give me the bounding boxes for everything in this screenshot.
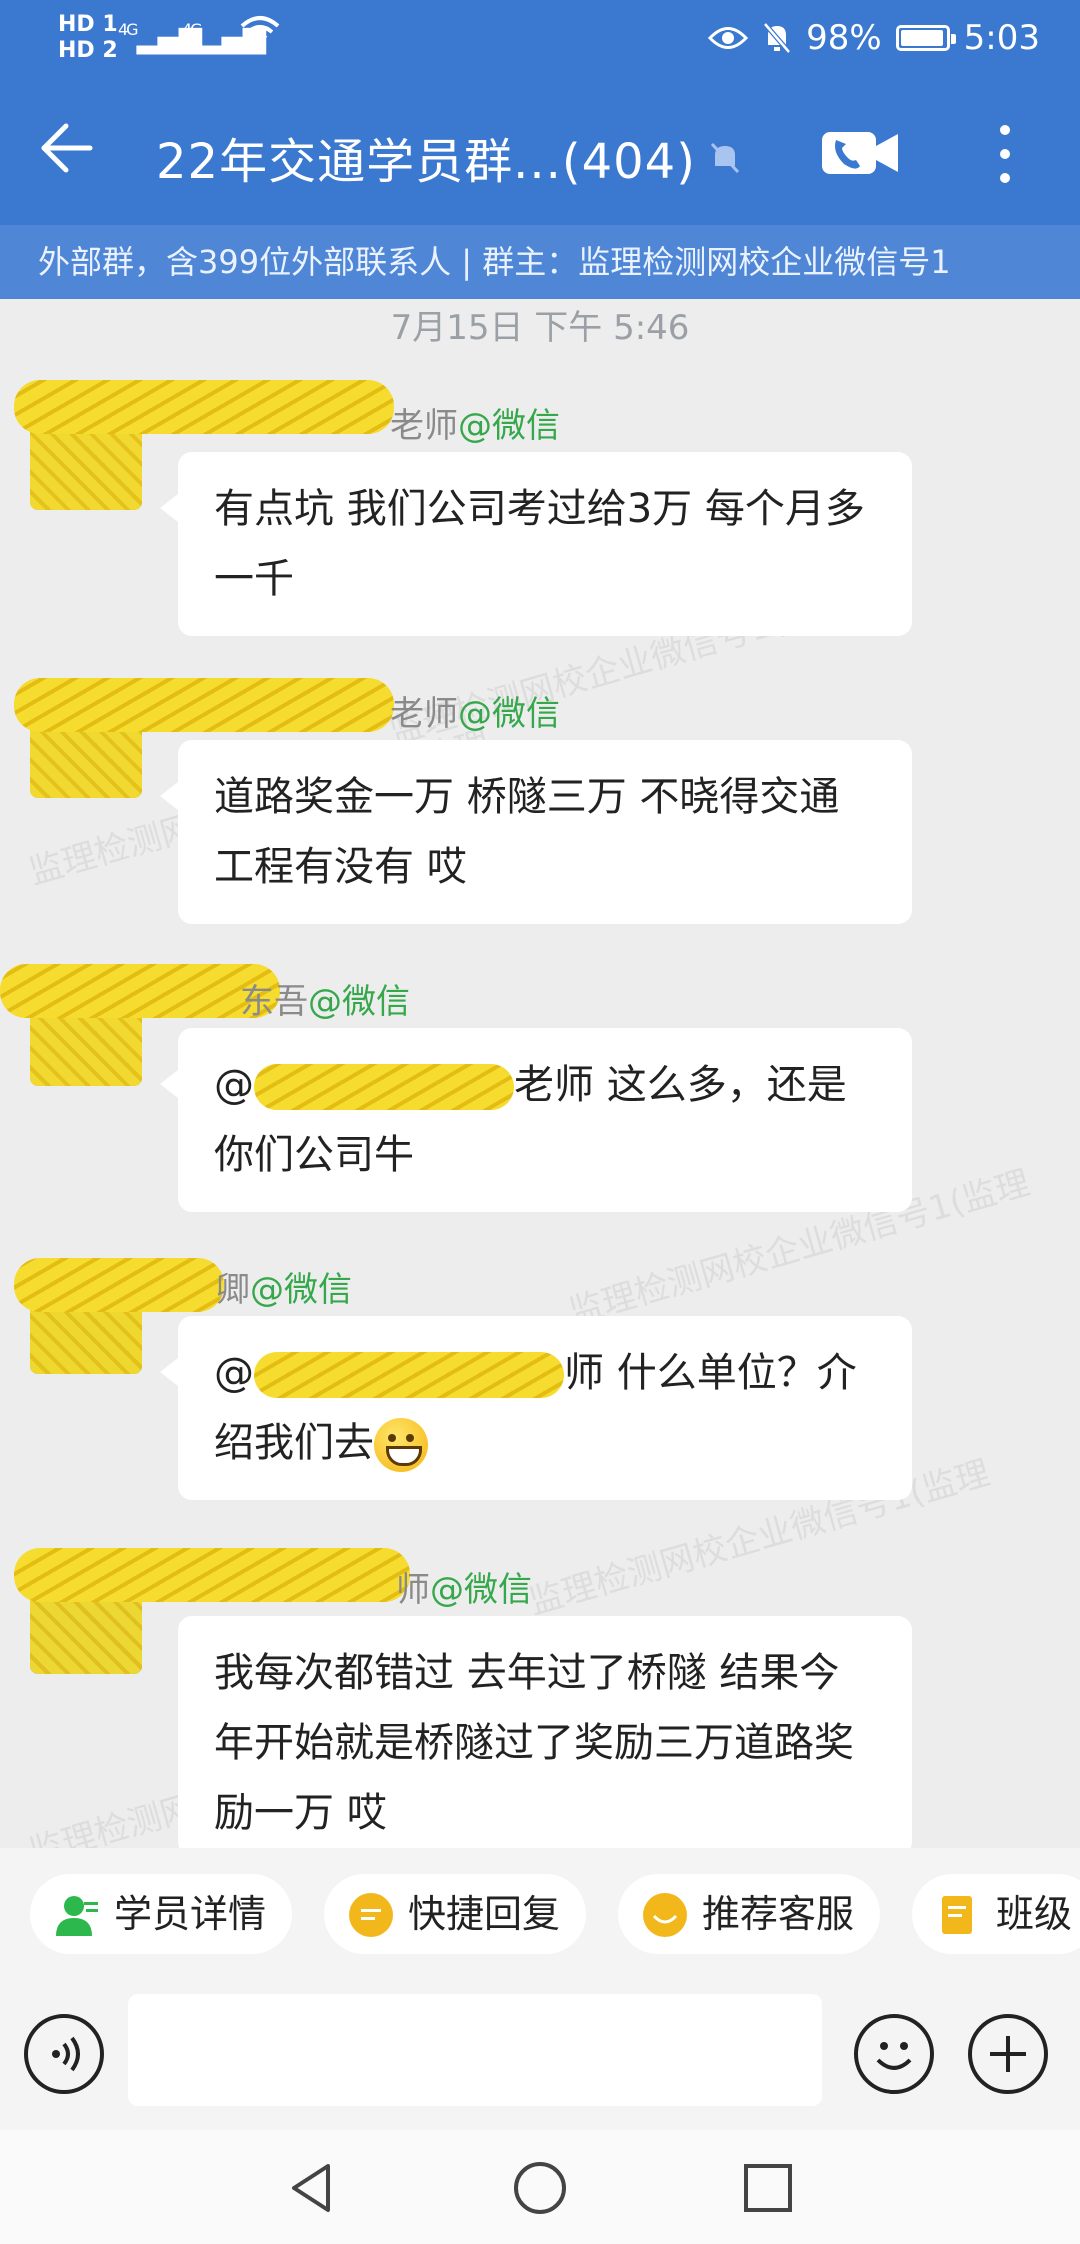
chip-label: 班级 <box>996 1892 1073 1936</box>
nav-recents-icon[interactable] <box>738 2158 798 2218</box>
chat-timestamp: 7月15日 下午 5:46 <box>390 308 690 348</box>
top-bar: HD 1 HD 2 4G▂▄▆ 4G▂▄▆ 98% 5:03 22年交通学员群.… <box>0 0 1080 225</box>
redacted-name <box>14 678 394 732</box>
redacted-name <box>14 1258 224 1312</box>
student-details-button[interactable]: 学员详情 <box>30 1874 293 1954</box>
plus-icon <box>990 2036 1026 2072</box>
quick-reply-button[interactable]: 快捷回复 <box>324 1874 587 1954</box>
mention-prefix[interactable]: @ <box>214 1350 254 1396</box>
redacted-mention <box>254 1064 514 1110</box>
sim2-label: HD 2 <box>58 38 118 63</box>
emoji-button[interactable] <box>854 2014 934 2094</box>
title-bar: 22年交通学员群...(404) <box>0 88 1080 223</box>
smile-icon <box>876 2042 912 2070</box>
sender-name: 师@微信 <box>396 1570 532 1610</box>
more-options-icon[interactable] <box>990 122 1020 186</box>
wechat-source-tag: @微信 <box>430 1570 532 1610</box>
redacted-name <box>14 380 394 434</box>
message-bubble[interactable]: 我每次都错过 去年过了桥隧 结果今年开始就是桥隧过了奖励三万道路奖励一万 哎 <box>178 1616 912 1856</box>
more-actions-button[interactable] <box>968 2014 1048 2094</box>
bell-muted-icon <box>763 22 791 54</box>
message-text: 我每次都错过 去年过了桥隧 结果今年开始就是桥隧过了奖励三万道路奖励一万 哎 <box>214 1650 854 1836</box>
message-bubble[interactable]: 道路奖金一万 桥隧三万 不晓得交通工程有没有 哎 <box>160 740 912 924</box>
message-text: 道路奖金一万 桥隧三万 不晓得交通工程有没有 哎 <box>214 774 840 890</box>
quick-actions-bar: 学员详情 快捷回复 推荐客服 班级 <box>0 1848 1080 1978</box>
sender-name: 卿@微信 <box>216 1270 352 1310</box>
nav-back-icon[interactable] <box>282 2158 342 2218</box>
wechat-source-tag: @微信 <box>458 694 560 734</box>
message-bubble[interactable]: @ 老师 这么多，还是你们公司牛 <box>160 1028 912 1212</box>
status-right: 98% 5:03 <box>708 18 1040 58</box>
grinning-emoji-icon <box>374 1418 428 1472</box>
sender-name: 老师@微信 <box>390 406 560 446</box>
quick-reply-icon <box>349 1893 393 1937</box>
voice-icon <box>52 2036 80 2072</box>
mention-prefix[interactable]: @ <box>214 1062 254 1108</box>
chip-label: 推荐客服 <box>702 1892 855 1936</box>
chip-label: 快捷回复 <box>408 1892 561 1936</box>
recommend-service-button[interactable]: 推荐客服 <box>618 1874 881 1954</box>
sender-name: 老师@微信 <box>390 694 560 734</box>
sim1-label: HD 1 <box>58 12 118 37</box>
input-bar <box>0 1978 1080 2130</box>
clock: 5:03 <box>963 18 1040 58</box>
class-icon <box>942 1896 972 1934</box>
chip-label: 学员详情 <box>114 1892 267 1936</box>
nav-home-icon[interactable] <box>510 2158 570 2218</box>
service-icon <box>643 1893 687 1937</box>
battery-icon <box>895 25 956 51</box>
group-info-bar[interactable]: 外部群，含399位外部联系人 | 群主：监理检测网校企业微信号1 <box>0 225 1080 299</box>
wifi-icon <box>240 14 280 57</box>
redacted-name <box>0 964 280 1018</box>
status-bar: HD 1 HD 2 4G▂▄▆ 4G▂▄▆ 98% 5:03 <box>0 0 1080 80</box>
back-arrow-icon[interactable] <box>36 118 96 178</box>
wechat-source-tag: @微信 <box>458 406 560 446</box>
eye-icon <box>708 27 749 49</box>
redacted-mention <box>254 1352 564 1398</box>
message-text: 有点坑 我们公司考过给3万 每个月多一千 <box>214 486 865 602</box>
sim-indicators: HD 1 HD 2 <box>58 12 118 64</box>
message-bubble[interactable]: 有点坑 我们公司考过给3万 每个月多一千 <box>160 452 912 636</box>
battery-percent: 98% <box>806 18 882 58</box>
wechat-source-tag: @微信 <box>250 1270 352 1310</box>
mute-icon <box>710 142 740 174</box>
message-bubble[interactable]: @ 师 什么单位？介绍我们去 <box>160 1316 912 1500</box>
wechat-source-tag: @微信 <box>308 982 410 1022</box>
student-icon <box>56 1896 98 1936</box>
redacted-name <box>14 1548 410 1602</box>
video-call-icon[interactable] <box>820 126 900 180</box>
voice-input-button[interactable] <box>24 2014 104 2094</box>
system-nav-bar <box>0 2130 1080 2244</box>
chat-title: 22年交通学员群...(404) <box>156 134 696 190</box>
class-button[interactable]: 班级 <box>912 1874 1080 1954</box>
sender-name: 东吾@微信 <box>240 982 410 1022</box>
message-input[interactable] <box>128 1994 822 2106</box>
